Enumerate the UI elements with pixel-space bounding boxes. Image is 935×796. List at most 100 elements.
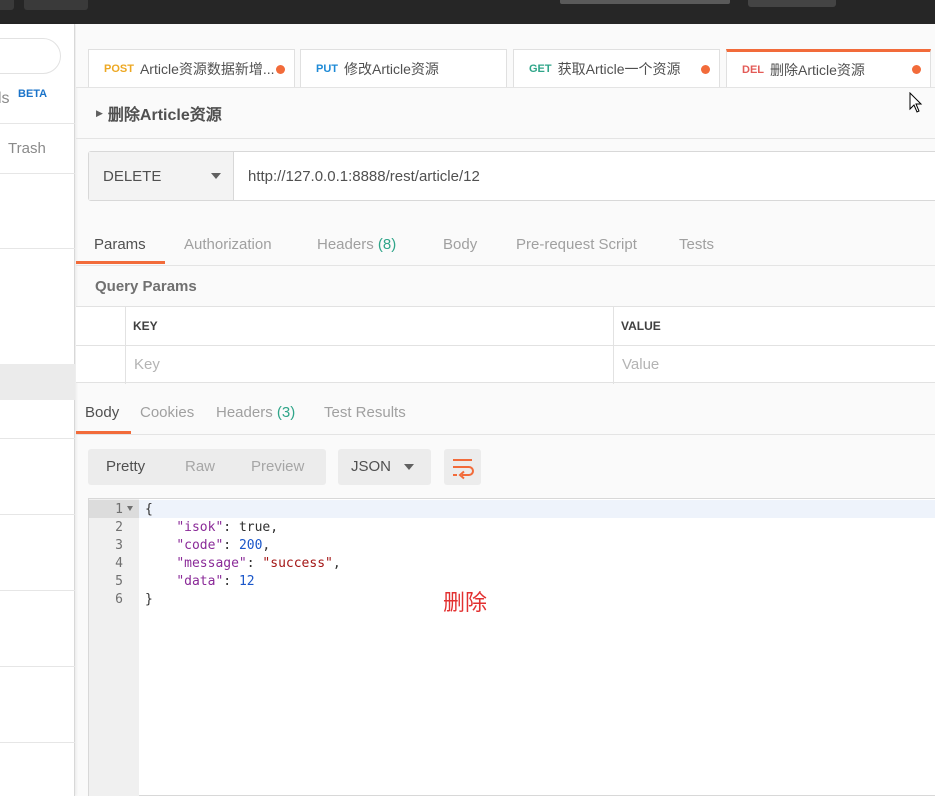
param-key-input[interactable]	[134, 347, 604, 382]
method-select-value: DELETE	[103, 167, 162, 185]
request-tabs-bar: POST Article资源数据新增... PUT 修改Article资源 GE…	[76, 24, 935, 88]
method-label: GET	[529, 62, 552, 75]
tab-name: Article资源数据新增...	[139, 60, 275, 77]
json-separator: ,	[270, 520, 279, 535]
method-label: POST	[104, 62, 134, 75]
view-mode-switch: Pretty Raw Preview	[88, 449, 326, 485]
active-line-highlight	[89, 500, 935, 518]
json-key: "code"	[176, 538, 224, 553]
request-subtabs: Params Authorization Headers (8) Body Pr…	[76, 226, 935, 266]
sidebar-selected-item[interactable]	[0, 364, 75, 400]
url-bar: DELETE	[88, 151, 935, 201]
code-line: "message": "success",	[176, 556, 341, 571]
key-column-header: KEY	[133, 319, 158, 333]
tab-authorization[interactable]: Authorization	[184, 236, 272, 253]
tab-body[interactable]: Body	[443, 236, 477, 253]
tab-response-body[interactable]: Body	[85, 404, 119, 421]
json-value: 12	[238, 574, 255, 589]
tab-tests[interactable]: Tests	[679, 236, 714, 253]
divider	[0, 742, 75, 743]
method-select[interactable]: DELETE	[89, 152, 234, 200]
tab-name: 删除Article资源	[770, 61, 865, 78]
title-bar-button[interactable]	[24, 0, 88, 10]
line-number: 6	[115, 592, 123, 607]
divider	[0, 514, 75, 515]
divider	[76, 138, 935, 139]
line-number: 5	[115, 574, 123, 589]
unsaved-dot-icon	[912, 65, 921, 74]
json-value: "success"	[262, 556, 333, 571]
row-divider	[76, 345, 935, 346]
json-key: "message"	[176, 556, 247, 571]
json-key: "isok"	[176, 520, 224, 535]
json-separator: ,	[262, 538, 271, 553]
code-line: "code": 200,	[176, 538, 271, 553]
code-line: "isok": true,	[176, 520, 279, 535]
json-key: "data"	[176, 574, 224, 589]
sidebar-trash-tab[interactable]: Trash	[8, 140, 46, 157]
divider	[0, 590, 75, 591]
tab-test-results[interactable]: Test Results	[324, 404, 406, 421]
query-params-label: Query Params	[95, 278, 197, 295]
divider	[76, 434, 935, 435]
request-title[interactable]: ▶ 删除Article资源	[96, 101, 222, 125]
code-line: "data": 12	[176, 574, 255, 589]
title-bar-button[interactable]	[0, 0, 14, 10]
request-name: 删除Article资源	[107, 107, 222, 124]
sidebar: ls BETA Trash	[0, 24, 75, 796]
tab-response-headers-label: Headers	[216, 404, 273, 421]
annotation-label: 删除	[443, 590, 488, 615]
request-tab[interactable]: GET 获取Article一个资源	[513, 49, 720, 87]
request-tab[interactable]: POST Article资源数据新增...	[88, 49, 295, 87]
wrap-lines-button[interactable]	[444, 449, 481, 485]
mouse-cursor-icon	[909, 92, 923, 113]
response-tabs: Body Cookies Headers (3) Test Results	[76, 394, 935, 434]
format-select[interactable]: JSON	[338, 449, 431, 485]
tab-headers[interactable]: Headers (8)	[317, 236, 396, 253]
line-number: 4	[115, 556, 123, 571]
divider	[76, 87, 935, 88]
chevron-down-icon	[404, 464, 414, 470]
code-line: }	[145, 592, 153, 607]
sidebar-tools-label: ls	[0, 90, 10, 107]
json-value: true	[238, 520, 271, 535]
preview-button[interactable]: Preview	[251, 458, 304, 475]
param-value-input[interactable]	[622, 347, 922, 382]
divider	[0, 173, 75, 174]
request-tab[interactable]: PUT 修改Article资源	[300, 49, 507, 87]
tab-response-headers[interactable]: Headers (3)	[216, 404, 295, 421]
response-body-editor[interactable]: 1 2 3 4 5 6 { "isok": true, "code": 200,…	[88, 498, 935, 796]
method-label: PUT	[316, 62, 338, 75]
line-number: 3	[115, 538, 123, 553]
pretty-button[interactable]: Pretty	[106, 458, 145, 475]
tab-headers-label: Headers	[317, 236, 374, 253]
headers-count: (8)	[377, 236, 397, 253]
sidebar-tools-item[interactable]: ls BETA	[0, 86, 75, 112]
query-params-table: KEY VALUE	[76, 306, 935, 384]
format-select-value: JSON	[351, 458, 392, 475]
response-headers-count: (3)	[276, 404, 296, 421]
unsaved-dot-icon	[276, 65, 285, 74]
divider	[0, 248, 75, 249]
tab-cookies[interactable]: Cookies	[140, 404, 194, 421]
url-input[interactable]	[234, 152, 934, 200]
beta-badge: BETA	[18, 88, 48, 100]
line-number: 1	[115, 502, 123, 517]
value-column-header: VALUE	[621, 319, 661, 333]
request-tab-active[interactable]: DEL 删除Article资源	[726, 49, 931, 87]
sidebar-search-input[interactable]	[0, 38, 61, 74]
title-bar-button[interactable]	[748, 0, 836, 7]
raw-button[interactable]: Raw	[185, 458, 215, 475]
unsaved-dot-icon	[701, 65, 710, 74]
caret-right-icon[interactable]: ▶	[96, 108, 103, 119]
title-bar	[0, 0, 935, 24]
code-line: {	[145, 502, 153, 517]
fold-arrow-icon[interactable]	[127, 506, 133, 511]
divider	[76, 265, 935, 266]
divider	[0, 666, 75, 667]
wrap-lines-icon	[453, 459, 474, 480]
tab-params[interactable]: Params	[94, 236, 146, 253]
method-label: DEL	[742, 63, 764, 76]
line-number: 2	[115, 520, 123, 535]
tab-prerequest-script[interactable]: Pre-request Script	[516, 236, 637, 253]
